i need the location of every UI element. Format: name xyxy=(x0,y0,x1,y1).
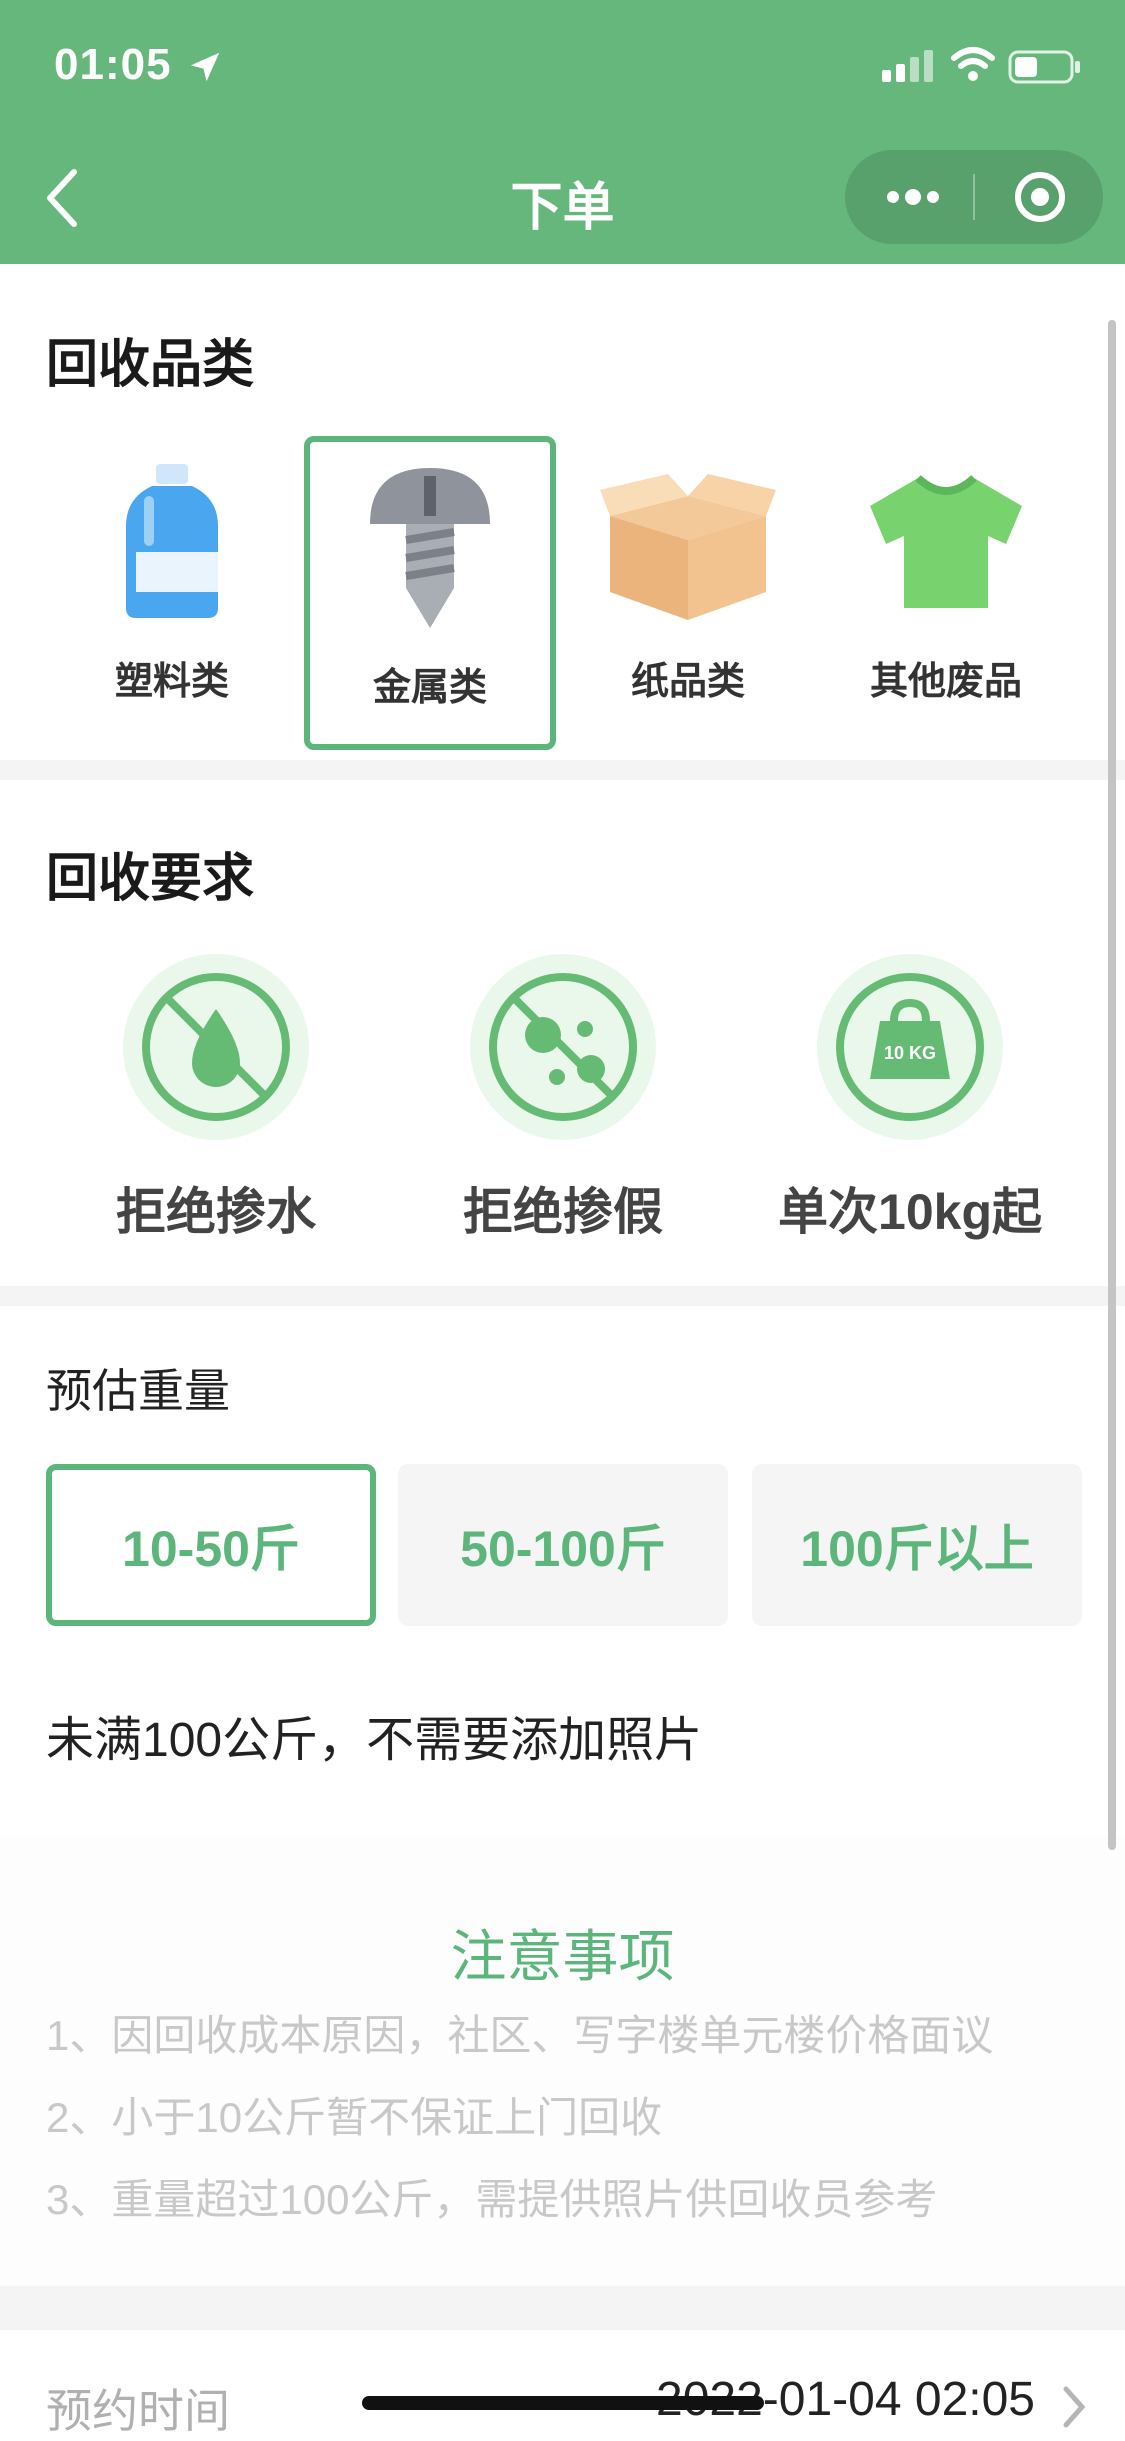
close-miniprogram-icon[interactable] xyxy=(1013,170,1067,224)
weight-section-title: 预估重量 xyxy=(46,1365,230,1417)
category-other[interactable]: 其他废品 xyxy=(820,436,1072,750)
cardboard-box-icon xyxy=(600,474,776,620)
weight-badge-text: 10 KG xyxy=(884,1043,936,1063)
home-indicator[interactable] xyxy=(362,2396,764,2410)
tshirt-icon xyxy=(870,474,1022,608)
requirement-label: 单次10kg起 xyxy=(778,1184,1042,1240)
chevron-right-icon[interactable] xyxy=(1060,2385,1088,2429)
section-divider xyxy=(0,760,1125,780)
weight-10kg-icon: 10 KG xyxy=(836,973,984,1121)
requirement-no-water: 拒绝掺水 xyxy=(86,954,346,1254)
category-label: 纸品类 xyxy=(630,661,745,703)
requirement-label: 拒绝掺水 xyxy=(116,1184,316,1240)
scrollbar[interactable] xyxy=(1108,320,1116,1850)
status-time: 01:05 xyxy=(54,40,172,89)
photo-requirement-note: 未满100公斤，不需要添加照片 xyxy=(46,1714,703,1767)
signal-icon xyxy=(882,50,933,82)
section-divider xyxy=(0,2286,1125,2330)
section-divider xyxy=(0,1286,1125,1306)
more-icon[interactable] xyxy=(883,178,943,216)
requirement-section-title: 回收要求 xyxy=(46,850,255,908)
wifi-icon xyxy=(951,47,995,81)
category-label: 其他废品 xyxy=(869,661,1022,703)
notice-item: 2、小于10公斤暂不保证上门回收 xyxy=(46,2094,663,2141)
weight-option-10-50[interactable]: 10-50斤 xyxy=(46,1464,376,1626)
category-section-title: 回收品类 xyxy=(46,336,255,394)
weight-option-100-plus[interactable]: 100斤以上 xyxy=(752,1464,1082,1626)
category-metal[interactable]: 金属类 xyxy=(304,436,556,750)
screw-icon xyxy=(370,468,490,628)
appointment-label: 预约时间 xyxy=(46,2385,230,2437)
category-paper[interactable]: 纸品类 xyxy=(562,436,814,750)
header-bar: 01:05 下单 xyxy=(0,0,1125,264)
requirement-label: 拒绝掺假 xyxy=(463,1184,663,1240)
notice-title: 注意事项 xyxy=(450,1925,675,1988)
no-water-icon xyxy=(142,973,290,1121)
requirement-no-impurity: 拒绝掺假 xyxy=(433,954,693,1254)
category-label: 塑料类 xyxy=(114,661,229,703)
mini-program-capsule xyxy=(845,150,1103,244)
location-arrow-icon xyxy=(190,52,220,82)
plastic-bottle-icon xyxy=(126,464,218,618)
battery-icon xyxy=(1008,50,1080,84)
weight-option-50-100[interactable]: 50-100斤 xyxy=(398,1464,728,1626)
capsule-divider xyxy=(973,174,975,220)
notice-item: 3、重量超过100公斤，需提供照片供回收员参考 xyxy=(46,2176,938,2223)
category-plastic[interactable]: 塑料类 xyxy=(46,436,298,750)
no-impurity-icon xyxy=(489,973,637,1121)
category-label: 金属类 xyxy=(372,667,487,709)
notice-item: 1、因回收成本原因，社区、写字楼单元楼价格面议 xyxy=(46,2012,994,2059)
requirement-min-weight: 10 KG 单次10kg起 xyxy=(778,954,1042,1254)
